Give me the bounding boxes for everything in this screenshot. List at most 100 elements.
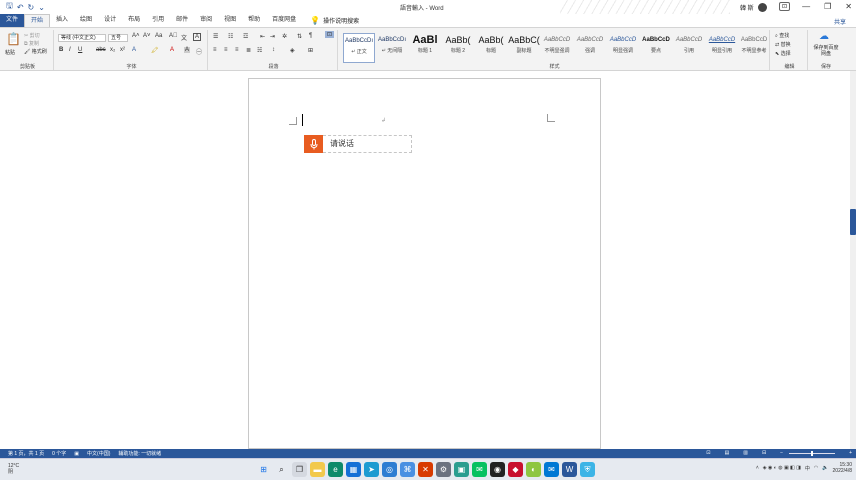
bold-icon[interactable]: B — [59, 47, 63, 53]
red-app-icon[interactable]: ◆ — [508, 462, 523, 477]
proofing-icon[interactable]: ▣ — [66, 451, 79, 457]
print-layout-icon[interactable]: ▥ — [735, 450, 748, 456]
search-icon[interactable]: ⌕ — [274, 462, 289, 477]
shrink-font-icon[interactable]: A˅ — [143, 33, 151, 39]
shading-icon[interactable]: ◈ — [290, 47, 295, 54]
sort-icon[interactable]: ⇅ — [297, 33, 302, 40]
zoom-out-icon[interactable]: − — [772, 450, 783, 456]
copy-button[interactable]: ⧉ 复制 — [24, 40, 39, 47]
vertical-scrollbar[interactable] — [850, 71, 856, 449]
style-heading-1[interactable]: AaBl 标题 1 — [409, 33, 441, 63]
clear-formatting-icon[interactable]: A⃠ — [169, 33, 178, 39]
page-count[interactable]: 第 1 页，共 1 页 — [0, 450, 44, 457]
tab-mailings[interactable]: 邮件 — [170, 14, 194, 27]
ime-indicator-icon[interactable]: 中 — [805, 465, 810, 472]
mail-icon[interactable]: ✉ — [544, 462, 559, 477]
paste-label[interactable]: 粘贴 — [5, 49, 15, 56]
settings-icon[interactable]: ⚙ — [436, 462, 451, 477]
store-icon[interactable]: ▦ — [346, 462, 361, 477]
minimize-button[interactable]: — — [802, 2, 810, 11]
highlight-icon[interactable]: 🖍 — [151, 47, 159, 54]
maximize-button[interactable]: ❐ — [824, 2, 831, 11]
wechat-icon[interactable]: ✉ — [472, 462, 487, 477]
style-intense-emphasis[interactable]: AaBbCcD 明显强调 — [607, 33, 639, 63]
italic-icon[interactable]: I — [69, 47, 71, 53]
replace-button[interactable]: ⇄ 替换 — [775, 41, 791, 48]
wifi-icon[interactable]: ◠ — [814, 465, 818, 471]
tab-baidu-netdisk[interactable]: 百度网盘 — [266, 14, 302, 27]
increase-indent-icon[interactable]: ⇥ — [270, 33, 275, 40]
media-player-icon[interactable]: ◉ — [490, 462, 505, 477]
select-button[interactable]: ⬉ 选择 — [775, 50, 791, 57]
strikethrough-icon[interactable]: abc — [96, 47, 106, 53]
focus-mode-icon[interactable]: ⊡ — [698, 450, 710, 456]
style-emphasis[interactable]: AaBbCcD 强调 — [574, 33, 606, 63]
find-button[interactable]: ⌕ 查找 — [775, 32, 789, 39]
edge-browser-icon[interactable]: e — [328, 462, 343, 477]
language-indicator[interactable]: 中文(中国) — [79, 450, 110, 457]
style-subtle-emphasis[interactable]: AaBbCcD 不明显强调 — [541, 33, 573, 63]
format-painter-button[interactable]: 🖌 格式刷 — [24, 48, 47, 55]
save-to-netdisk-button[interactable]: 保存到百度网盘 — [812, 45, 840, 57]
tab-home[interactable]: 开始 — [24, 14, 51, 27]
borders-icon[interactable]: ⊞ — [308, 47, 313, 54]
show-marks-icon[interactable]: ¶ — [309, 33, 312, 39]
numbering-icon[interactable]: ☷ — [228, 33, 233, 40]
style-strong[interactable]: AaBbCcD 要点 — [640, 33, 672, 63]
paste-icon[interactable]: 📋 — [6, 32, 21, 46]
zoom-in-icon[interactable]: + — [841, 450, 852, 456]
align-right-icon[interactable]: ≡ — [235, 47, 239, 53]
phonetic-guide-icon[interactable]: 文 — [181, 33, 187, 42]
style-normal[interactable]: AaBbCcDı ↵ 正文 — [343, 33, 375, 63]
volume-icon[interactable]: 🔈 — [822, 465, 828, 471]
redo-icon[interactable]: ↻ — [28, 3, 35, 12]
task-view-icon[interactable]: ❐ — [292, 462, 307, 477]
clock[interactable]: 15:30 2022/4/8 — [833, 462, 852, 474]
cloud-icon[interactable]: ☁ — [819, 31, 829, 42]
dictation-widget[interactable]: 请说话 — [304, 135, 412, 153]
font-size-select[interactable]: 五号 — [108, 34, 128, 42]
tab-insert[interactable]: 插入 — [50, 14, 74, 27]
character-shading-icon[interactable]: A — [184, 47, 191, 53]
style-subtle-reference[interactable]: AaBbCcD 不明显参考 — [739, 33, 769, 63]
document-page[interactable]: ↲ 请说话 — [248, 78, 601, 449]
tab-references[interactable]: 引用 — [146, 14, 170, 27]
photos-icon[interactable]: ▣ — [454, 462, 469, 477]
style-quote[interactable]: AaBbCcD 引用 — [673, 33, 705, 63]
ribbon-display-options-button[interactable]: ⊡ — [779, 2, 791, 11]
bullets-icon[interactable]: ☰ — [213, 33, 218, 40]
scrollbar-thumb[interactable] — [850, 209, 856, 235]
font-name-select[interactable]: 等线 (中文正文) — [58, 34, 106, 42]
word-count[interactable]: 0 个字 — [44, 450, 66, 457]
tab-draw[interactable]: 绘图 — [74, 14, 98, 27]
style-subtitle[interactable]: AaBbC(副标题 — [508, 33, 540, 63]
style-intense-quote[interactable]: AaBbCcD 明显引用 — [706, 33, 738, 63]
customize-qat-icon[interactable]: ⌄ — [38, 3, 45, 12]
shield-icon[interactable]: ⛨ — [580, 462, 595, 477]
account[interactable]: 韓 斯 — [740, 3, 767, 12]
asian-typography-icon[interactable]: ⊡ — [325, 31, 335, 38]
justify-icon[interactable]: ≣ — [246, 47, 251, 54]
tab-design[interactable]: 设计 — [98, 14, 122, 27]
cut-button[interactable]: ✂ 剪切 — [24, 32, 40, 39]
green-app-icon[interactable]: ◐ — [526, 462, 541, 477]
decrease-indent-icon[interactable]: ⇤ — [260, 33, 265, 40]
close-button[interactable]: ✕ — [845, 2, 852, 11]
enclose-characters-icon[interactable]: ㊀ — [196, 47, 202, 56]
multilevel-list-icon[interactable]: ☲ — [243, 33, 248, 40]
line-spacing-icon[interactable]: ↕ — [272, 47, 275, 53]
grow-font-icon[interactable]: A˄ — [132, 33, 140, 39]
underline-icon[interactable]: U — [78, 47, 82, 53]
style-no-spacing[interactable]: AaBbCcDı ↵ 无间隔 — [376, 33, 408, 63]
undo-icon[interactable]: ↶ — [17, 3, 24, 12]
tab-file[interactable]: 文件 — [0, 14, 25, 27]
read-mode-icon[interactable]: ▤ — [716, 450, 729, 456]
superscript-icon[interactable]: x² — [120, 47, 125, 53]
subscript-icon[interactable]: x₂ — [110, 47, 115, 53]
font-color-icon[interactable]: A — [170, 47, 174, 53]
tray-overflow-icon[interactable]: ˄ — [756, 465, 759, 471]
tell-me-search[interactable]: 💡 操作说明搜索 — [302, 16, 359, 25]
chinese-layout-icon[interactable]: ✲ — [282, 33, 287, 40]
microphone-button[interactable] — [304, 135, 323, 153]
tab-layout[interactable]: 布局 — [122, 14, 146, 27]
